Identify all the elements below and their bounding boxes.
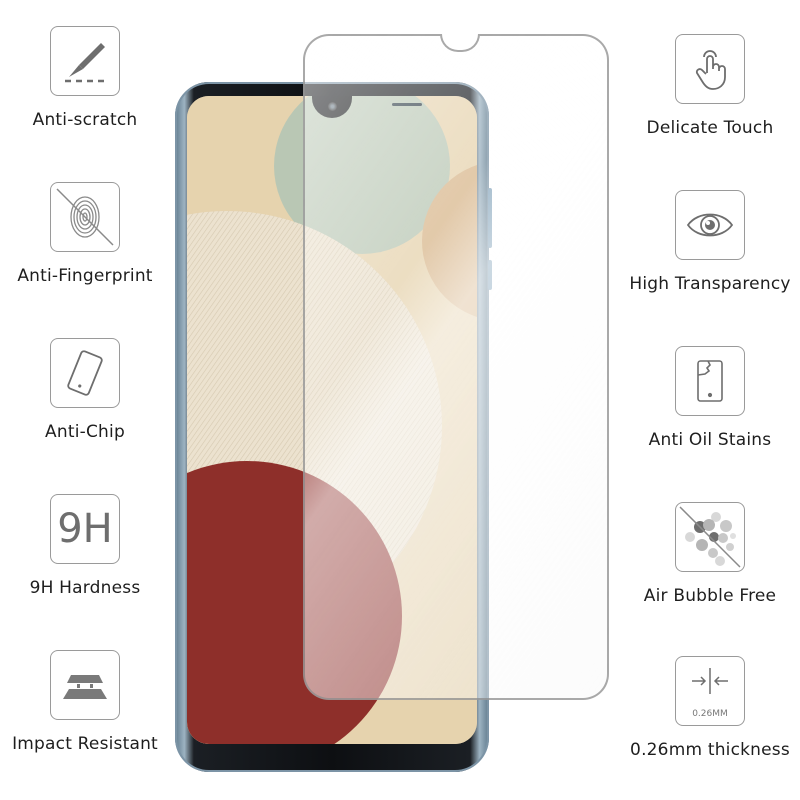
touch-hand-icon xyxy=(675,34,745,104)
feature-9h-hardness: 9H 9H Hardness xyxy=(0,494,170,598)
feature-impact-resistant: Impact Resistant xyxy=(0,650,170,754)
feature-high-transparency: High Transparency xyxy=(620,190,800,294)
feature-thickness: 0.26MM 0.26mm thickness xyxy=(620,656,800,760)
feature-delicate-touch: Delicate Touch xyxy=(620,34,800,138)
feature-anti-oil-stains: Anti Oil Stains xyxy=(620,346,800,450)
thickness-arrows-icon: 0.26MM xyxy=(675,656,745,726)
feature-air-bubble-free: Air Bubble Free xyxy=(620,502,800,606)
cracked-phone-icon xyxy=(675,346,745,416)
9h-text-icon: 9H xyxy=(50,494,120,564)
layered-plates-icon xyxy=(50,650,120,720)
tempered-glass-protector xyxy=(303,34,609,700)
crossed-fingerprint-icon xyxy=(50,182,120,252)
feature-anti-fingerprint: Anti-Fingerprint xyxy=(0,182,170,286)
9h-icon-text: 9H xyxy=(57,506,113,552)
feature-label: Anti-scratch xyxy=(32,110,138,130)
feature-label: Anti-Chip xyxy=(45,422,125,442)
feature-label: Air Bubble Free xyxy=(643,586,777,606)
thickness-icon-text: 0.26MM xyxy=(692,709,728,719)
feature-anti-chip: Anti-Chip xyxy=(0,338,170,442)
glass-notch-cutout xyxy=(440,34,480,52)
feature-label: Anti-Fingerprint xyxy=(17,266,153,286)
tilted-phone-icon xyxy=(50,338,120,408)
feature-label: Delicate Touch xyxy=(646,118,774,138)
feature-label: High Transparency xyxy=(629,274,791,294)
feature-label: 9H Hardness xyxy=(29,578,141,598)
feature-anti-scratch: Anti-scratch xyxy=(0,26,170,130)
feature-label: 0.26mm thickness xyxy=(630,740,790,760)
feature-label: Anti Oil Stains xyxy=(648,430,772,450)
crossed-bubbles-icon xyxy=(675,502,745,572)
eye-icon xyxy=(675,190,745,260)
feature-label: Impact Resistant xyxy=(12,734,158,754)
scalpel-scratch-icon xyxy=(50,26,120,96)
